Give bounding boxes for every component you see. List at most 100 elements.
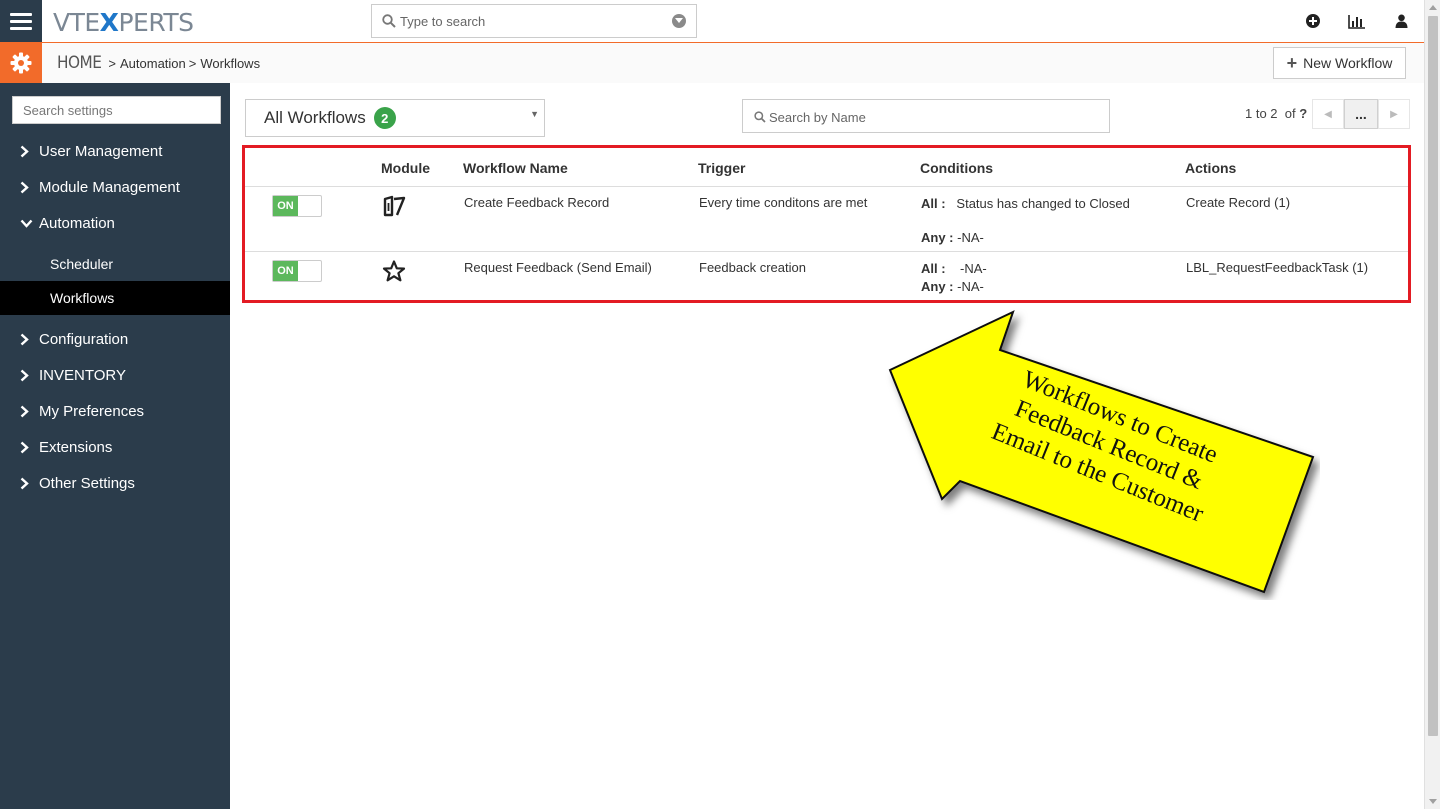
- column-header-workflow-name[interactable]: Workflow Name: [463, 160, 568, 176]
- top-navbar: VTEXPERTS: [0, 0, 1424, 43]
- sidebar-item-label: Extensions: [39, 438, 113, 456]
- page-jump-button[interactable]: ...: [1344, 99, 1378, 129]
- workflow-filter-select[interactable]: All Workflows 2 ▼: [245, 99, 545, 137]
- sidebar-item-label: INVENTORY: [39, 366, 126, 384]
- sidebar-item-label: User Management: [39, 142, 163, 160]
- count-badge: 2: [373, 107, 396, 129]
- vertical-scrollbar[interactable]: [1424, 0, 1440, 809]
- global-search-box: [371, 4, 697, 38]
- settings-subheader: HOME > Automation > Workflows + New Work…: [0, 43, 1424, 83]
- new-workflow-label: New Workflow: [1303, 55, 1393, 71]
- global-search-input[interactable]: [400, 11, 660, 31]
- table-row[interactable]: ON Create Feedback Record Every time con…: [245, 187, 1408, 252]
- sidebar-item-extensions[interactable]: Extensions: [0, 429, 230, 465]
- vtexperts-logo[interactable]: VTEXPERTS: [53, 8, 194, 37]
- workflow-name[interactable]: Request Feedback (Send Email): [464, 260, 652, 275]
- next-page-icon[interactable]: ▶: [1378, 99, 1410, 129]
- sidebar-item-configuration[interactable]: Configuration: [0, 321, 230, 357]
- column-header-trigger[interactable]: Trigger: [698, 160, 745, 176]
- menu-icon[interactable]: [0, 0, 42, 42]
- settings-search-input[interactable]: [13, 97, 220, 123]
- condition-all-label: All :: [921, 196, 946, 211]
- star-icon: [382, 260, 406, 285]
- toggle-on-label: ON: [273, 261, 298, 281]
- settings-sidebar: User Management Module Management Automa…: [0, 83, 230, 809]
- condition-all-value: -NA-: [960, 261, 987, 276]
- sidebar-subitem-scheduler[interactable]: Scheduler: [0, 247, 230, 281]
- chevron-right-icon: [20, 333, 34, 346]
- breadcrumb-automation[interactable]: Automation: [120, 56, 186, 71]
- plus-icon: +: [1286, 53, 1298, 73]
- search-icon: [382, 14, 396, 28]
- name-search-input[interactable]: [769, 108, 1089, 126]
- prev-page-icon[interactable]: ◀: [1312, 99, 1344, 129]
- breadcrumb-separator-icon: >: [108, 56, 116, 71]
- sidebar-item-other-settings[interactable]: Other Settings: [0, 465, 230, 501]
- caret-down-icon: ▼: [530, 109, 539, 119]
- chevron-right-icon: [20, 441, 34, 454]
- column-header-actions[interactable]: Actions: [1185, 160, 1236, 176]
- column-header-conditions[interactable]: Conditions: [920, 160, 993, 176]
- user-icon[interactable]: [1392, 12, 1410, 30]
- sidebar-item-automation[interactable]: Automation: [0, 205, 230, 241]
- sidebar-item-label: Other Settings: [39, 474, 135, 492]
- column-header-module[interactable]: Module: [381, 160, 430, 176]
- chevron-down-icon: [20, 219, 34, 228]
- scroll-up-icon[interactable]: [1429, 5, 1437, 10]
- status-toggle[interactable]: ON: [272, 260, 322, 282]
- gear-icon[interactable]: [0, 43, 42, 83]
- breadcrumb-workflows[interactable]: Workflows: [200, 56, 260, 71]
- scroll-down-icon[interactable]: [1429, 799, 1437, 804]
- sidebar-item-label: Module Management: [39, 178, 180, 196]
- pager-total[interactable]: ?: [1299, 106, 1307, 121]
- condition-any-label: Any :: [921, 230, 954, 245]
- scrollbar-thumb[interactable]: [1428, 16, 1438, 736]
- table-row[interactable]: ON Request Feedback (Send Email) Feedbac…: [245, 252, 1408, 300]
- chevron-right-icon: [20, 477, 34, 490]
- chevron-right-icon: [20, 145, 34, 158]
- condition-any-value: -NA-: [957, 279, 984, 294]
- workflows-table: Module Workflow Name Trigger Conditions …: [242, 145, 1411, 303]
- breadcrumb-home[interactable]: HOME: [57, 53, 102, 73]
- sidebar-item-user-management[interactable]: User Management: [0, 133, 230, 169]
- condition-any-value: -NA-: [957, 230, 984, 245]
- settings-search-box: [12, 96, 221, 124]
- condition-any: Any : -NA-: [921, 230, 984, 245]
- table-header: Module Workflow Name Trigger Conditions …: [245, 148, 1408, 187]
- pagination-controls: ◀ ... ▶: [1312, 99, 1410, 129]
- status-toggle[interactable]: ON: [272, 195, 322, 217]
- sidebar-menu: User Management Module Management Automa…: [0, 133, 230, 501]
- condition-any: Any : -NA-: [921, 279, 984, 294]
- breadcrumb: HOME > Automation > Workflows: [57, 53, 260, 73]
- workflow-action: Create Record (1): [1186, 195, 1291, 210]
- sidebar-item-label: Configuration: [39, 330, 129, 348]
- toggle-on-label: ON: [273, 196, 298, 216]
- bar-chart-icon[interactable]: [1348, 12, 1366, 30]
- sidebar-item-inventory[interactable]: INVENTORY: [0, 357, 230, 393]
- workflow-trigger: Feedback creation: [699, 260, 806, 275]
- condition-all-label: All :: [921, 261, 946, 276]
- search-dropdown-icon[interactable]: [672, 14, 686, 28]
- chevron-right-icon: [20, 405, 34, 418]
- filter-label: All Workflows: [264, 108, 366, 127]
- condition-any-label: Any :: [921, 279, 954, 294]
- workflow-action: LBL_RequestFeedbackTask (1): [1186, 260, 1369, 275]
- new-workflow-button[interactable]: + New Workflow: [1273, 47, 1406, 79]
- sidebar-item-my-preferences[interactable]: My Preferences: [0, 393, 230, 429]
- sidebar-item-label: Automation: [39, 214, 115, 232]
- pager-range: 1 to 2: [1245, 106, 1278, 121]
- search-icon: [754, 111, 766, 123]
- chevron-right-icon: [20, 181, 34, 194]
- sidebar-item-module-management[interactable]: Module Management: [0, 169, 230, 205]
- condition-all: All : Status has changed to Closed: [921, 196, 1130, 211]
- condition-all-value: Status has changed to Closed: [956, 196, 1130, 211]
- annotation-arrow: Workflows to Create Feedback Record & Em…: [888, 310, 1315, 594]
- plus-circle-icon[interactable]: [1304, 12, 1322, 30]
- pager-of: of: [1284, 106, 1296, 121]
- feedback-module-icon: [382, 195, 406, 220]
- breadcrumb-separator-icon: >: [188, 56, 197, 71]
- name-search-box: [742, 99, 1110, 133]
- workflow-name[interactable]: Create Feedback Record: [464, 195, 609, 210]
- sidebar-subitem-workflows[interactable]: Workflows: [0, 281, 230, 315]
- sidebar-item-label: My Preferences: [39, 402, 145, 420]
